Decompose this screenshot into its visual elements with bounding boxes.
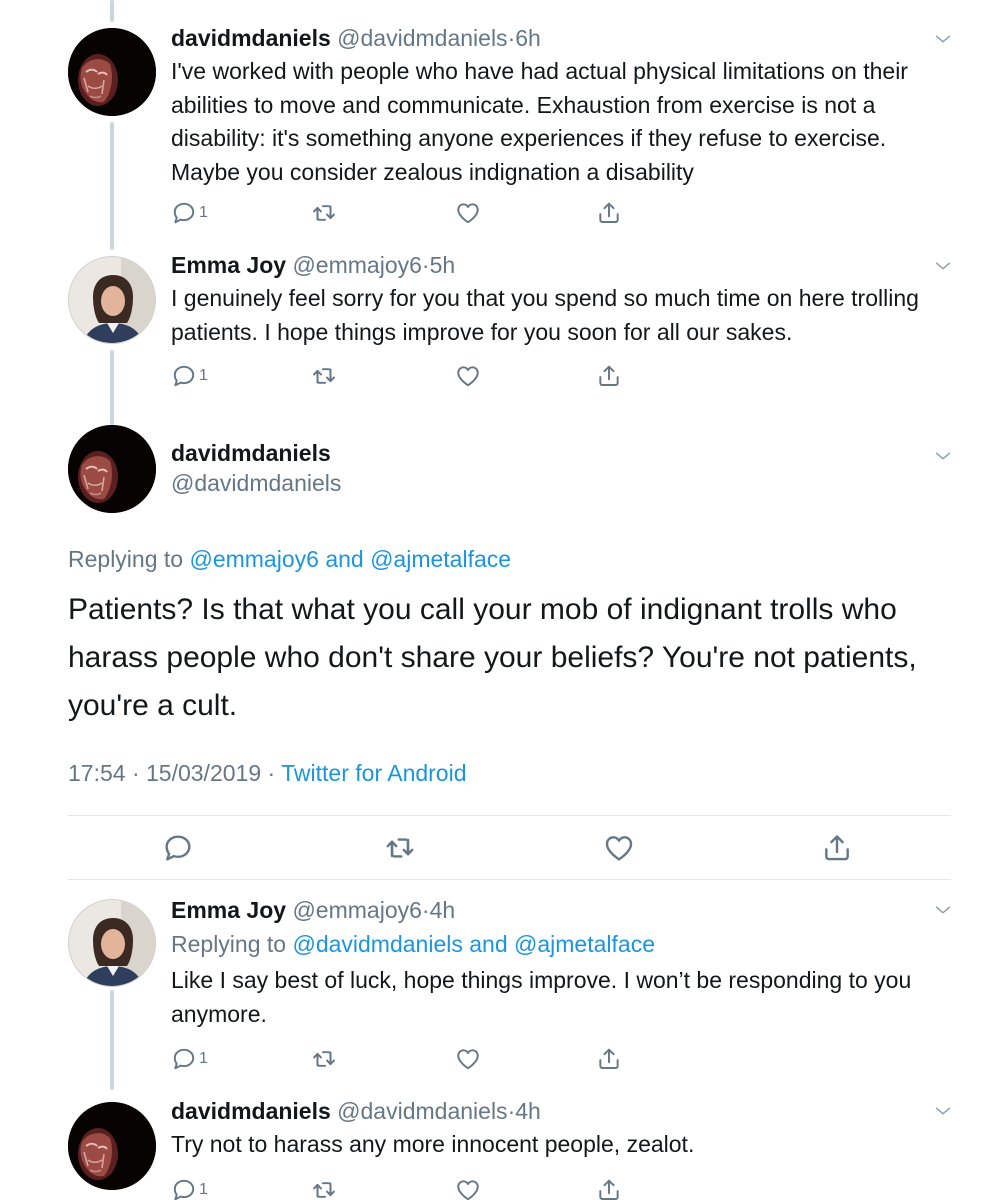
share-icon bbox=[596, 1177, 622, 1200]
tweet-actions: 1 bbox=[171, 1175, 641, 1200]
masked-face-avatar[interactable] bbox=[68, 1102, 156, 1190]
reply-count: 1 bbox=[199, 1181, 208, 1198]
tweet[interactable]: davidmdaniels @davidmdaniels·4h Try not … bbox=[0, 0, 996, 1200]
author-name[interactable]: davidmdaniels bbox=[171, 1098, 331, 1124]
tweet-text: Try not to harass any more innocent peop… bbox=[171, 1131, 695, 1157]
author-handle[interactable]: @davidmdaniels bbox=[337, 1098, 507, 1124]
tweet-header: davidmdaniels @davidmdaniels·4h bbox=[171, 1097, 541, 1125]
like-button[interactable] bbox=[455, 1175, 481, 1200]
reply-button[interactable]: 1 bbox=[171, 1175, 208, 1200]
tweet-time[interactable]: 4h bbox=[515, 1098, 541, 1124]
retweet-button[interactable] bbox=[311, 1175, 337, 1200]
retweet-icon bbox=[311, 1177, 337, 1200]
chevron-down-icon[interactable] bbox=[932, 1100, 954, 1122]
reply-icon bbox=[171, 1177, 197, 1200]
share-button[interactable] bbox=[596, 1175, 622, 1200]
like-icon bbox=[455, 1177, 481, 1200]
